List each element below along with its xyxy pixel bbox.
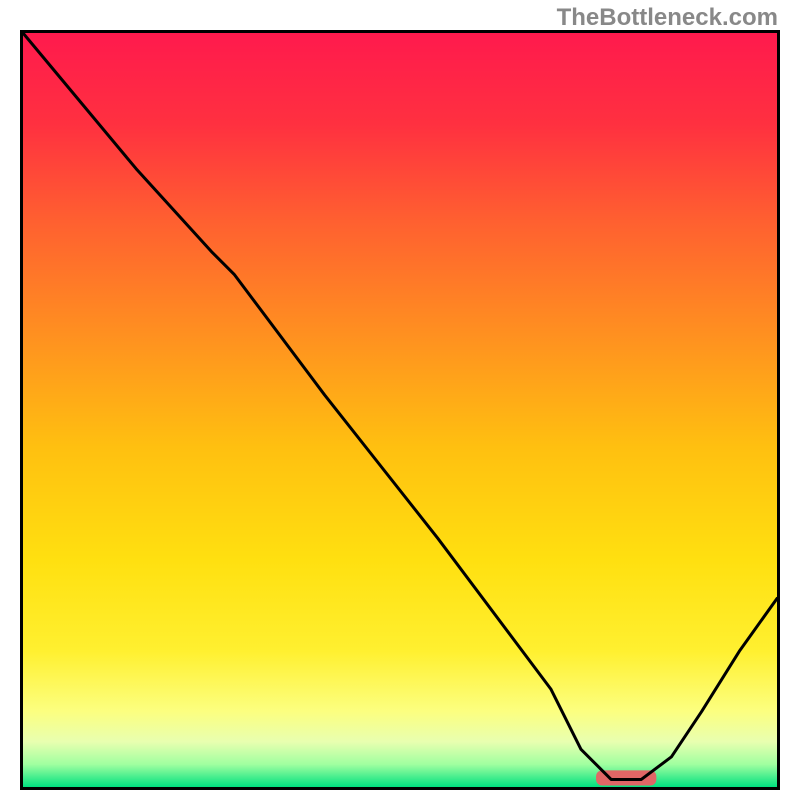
attribution-text: TheBottleneck.com — [557, 4, 778, 32]
chart-background — [23, 33, 777, 787]
chart-frame — [20, 30, 780, 790]
chart-svg — [23, 33, 777, 787]
